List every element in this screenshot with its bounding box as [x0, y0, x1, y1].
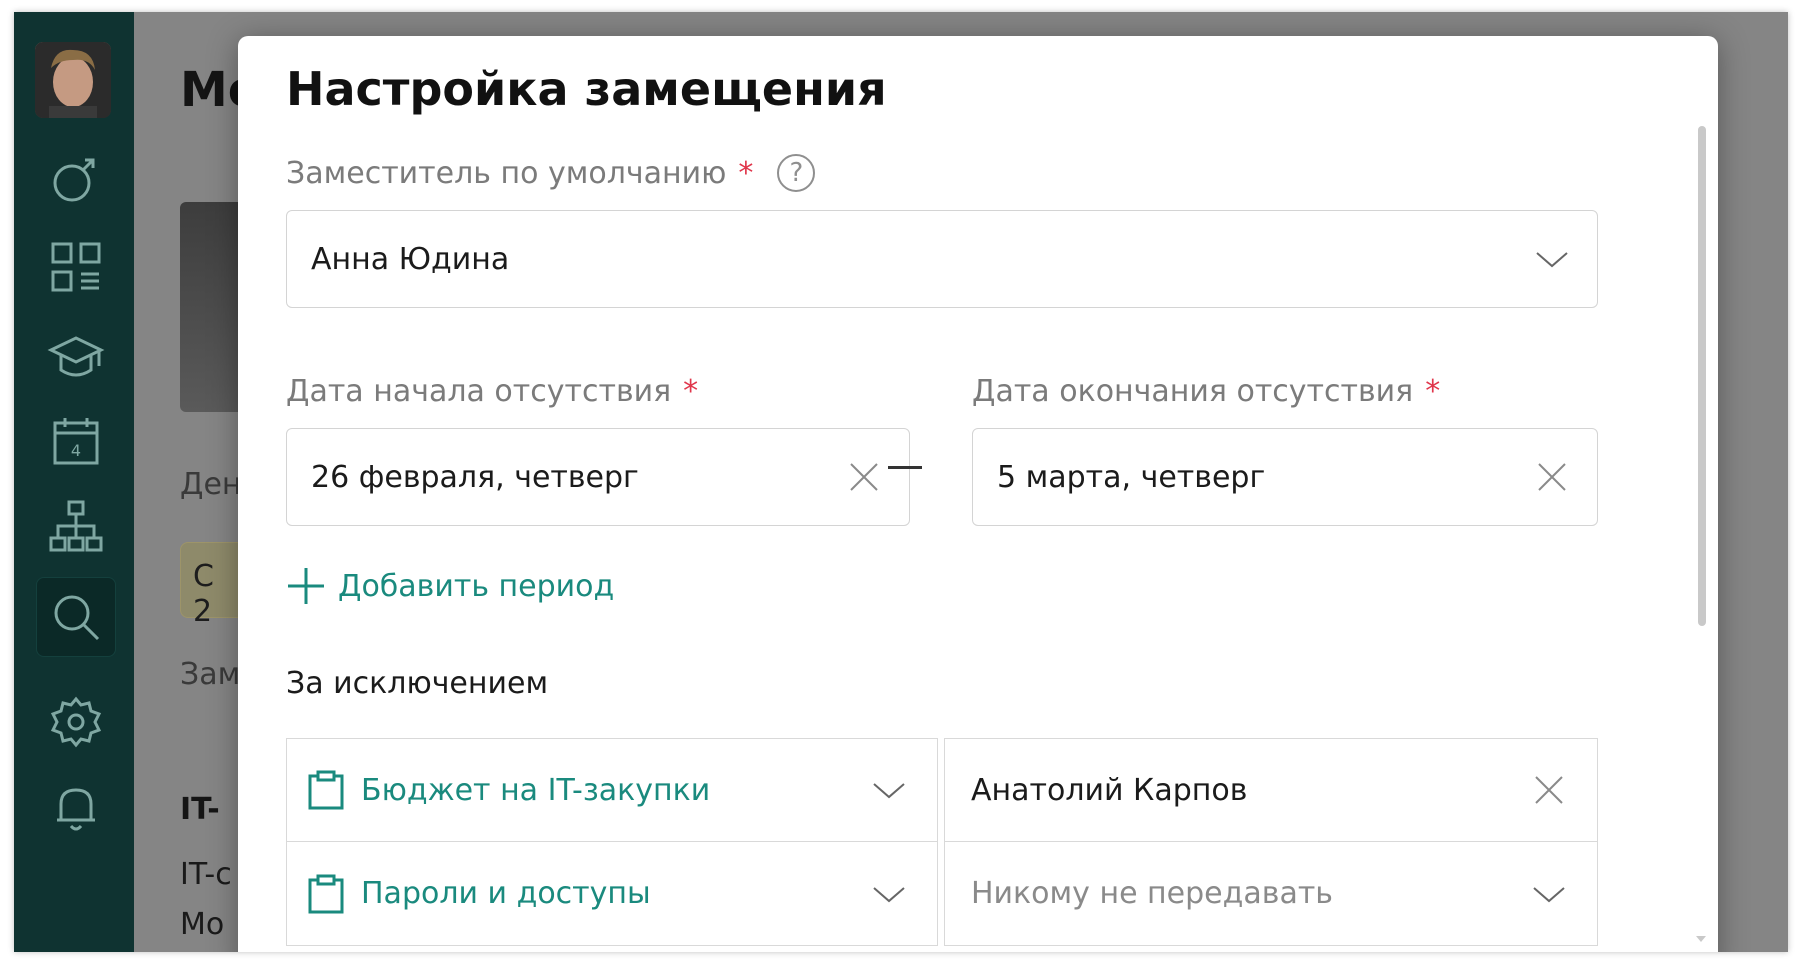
close-icon — [850, 463, 878, 491]
close-icon — [1535, 776, 1563, 804]
chevron-down-icon — [1533, 886, 1565, 902]
substitution-settings-dialog: Настройка замещения Заместитель по умолч… — [238, 36, 1718, 952]
exception-category-select[interactable]: Пароли и доступы — [286, 842, 938, 946]
start-date-label-text: Дата начала отсутствия — [286, 374, 672, 409]
calendar-icon: 4 — [53, 418, 99, 465]
clear-assignee-button[interactable] — [1501, 739, 1597, 841]
background-heading: IT- — [180, 792, 220, 827]
search-nav-button[interactable] — [36, 577, 116, 657]
required-mark: * — [738, 155, 754, 191]
scroll-down-arrow[interactable] — [1696, 936, 1706, 942]
graduation-cap-icon — [47, 336, 105, 377]
background-photo — [180, 202, 240, 412]
learning-nav-button[interactable] — [36, 317, 116, 397]
assignee-dropdown-toggle[interactable] — [1501, 842, 1597, 945]
date-range-dash — [888, 466, 922, 469]
exceptions-table: Бюджет на IT-закупки Анатолий Карпов Пар… — [286, 738, 1598, 946]
background-pill: С 2 — [180, 542, 240, 629]
exception-assignee-select[interactable]: Никому не передавать — [944, 842, 1598, 946]
clipboard-icon — [308, 874, 344, 913]
clear-end-date-button[interactable] — [1507, 429, 1597, 525]
exception-assignee-select[interactable]: Анатолий Карпов — [944, 738, 1598, 842]
clipboard-icon — [308, 770, 344, 810]
dashboard-nav-button[interactable] — [36, 227, 116, 307]
end-date-value: 5 марта, четверг — [997, 459, 1266, 495]
help-icon[interactable]: ? — [777, 154, 816, 192]
calendar-nav-button[interactable]: 4 — [36, 402, 116, 482]
deputy-dropdown-toggle[interactable] — [1507, 211, 1597, 307]
calendar-day: 4 — [71, 441, 81, 460]
add-period-button[interactable]: Добавить период — [286, 566, 614, 606]
deputy-label-text: Заместитель по умолчанию — [286, 155, 727, 191]
start-date-label: Дата начала отсутствия * — [286, 374, 698, 409]
deputy-label: Заместитель по умолчанию * ? — [286, 154, 816, 192]
table-row: Пароли и доступы Никому не передавать — [286, 842, 1598, 946]
start-date-value: 26 февраля, четверг — [311, 459, 639, 495]
table-row: Бюджет на IT-закупки Анатолий Карпов — [286, 738, 1598, 842]
background-text: Мо — [180, 907, 225, 942]
exception-category-select[interactable]: Бюджет на IT-закупки — [286, 738, 938, 842]
clear-start-date-button[interactable] — [819, 429, 909, 525]
exception-category: Пароли и доступы — [361, 876, 651, 911]
end-date-label-text: Дата окончания отсутствия — [972, 374, 1414, 409]
category-dropdown-toggle[interactable] — [841, 842, 937, 945]
add-period-label: Добавить период — [338, 568, 615, 604]
exception-category: Бюджет на IT-закупки — [361, 772, 711, 808]
user-photo — [35, 42, 111, 118]
scrollbar[interactable] — [1698, 126, 1706, 626]
exception-assignee: Анатолий Карпов — [971, 772, 1248, 808]
notifications-nav-button[interactable] — [36, 767, 116, 847]
close-icon — [1538, 463, 1566, 491]
background-text: Зам — [180, 657, 241, 692]
goals-nav-button[interactable] — [36, 137, 116, 217]
plus-icon — [288, 568, 324, 604]
exceptions-title: За исключением — [286, 666, 549, 701]
bubble-arrow-icon — [53, 158, 95, 202]
gear-icon — [50, 696, 102, 748]
chevron-down-icon — [1536, 252, 1568, 268]
background-text: Ден — [180, 467, 242, 502]
background-text: IT-с — [180, 857, 232, 892]
end-date-label: Дата окончания отсутствия * — [972, 374, 1440, 409]
settings-nav-button[interactable] — [36, 682, 116, 762]
search-icon — [54, 595, 100, 641]
structure-nav-button[interactable] — [36, 487, 116, 567]
dialog-title: Настройка замещения — [286, 62, 887, 116]
end-date-field[interactable]: 5 марта, четверг — [972, 428, 1598, 526]
chevron-down-icon — [873, 783, 905, 799]
deputy-value: Анна Юдина — [311, 241, 510, 277]
app-window: 4 Мо Ден С 2 Зам IT- IT-с Мо Настройка з… — [14, 12, 1788, 952]
deputy-select[interactable]: Анна Юдина — [286, 210, 1598, 308]
category-dropdown-toggle[interactable] — [841, 739, 937, 841]
bell-icon — [57, 788, 95, 831]
required-mark: * — [683, 374, 699, 409]
chevron-down-icon — [873, 886, 905, 902]
org-chart-icon — [49, 500, 103, 552]
start-date-field[interactable]: 26 февраля, четверг — [286, 428, 910, 526]
exception-assignee: Никому не передавать — [971, 876, 1333, 911]
avatar[interactable] — [35, 42, 111, 118]
grid-list-icon — [51, 242, 101, 292]
required-mark: * — [1425, 374, 1441, 409]
sidebar: 4 — [14, 12, 134, 952]
